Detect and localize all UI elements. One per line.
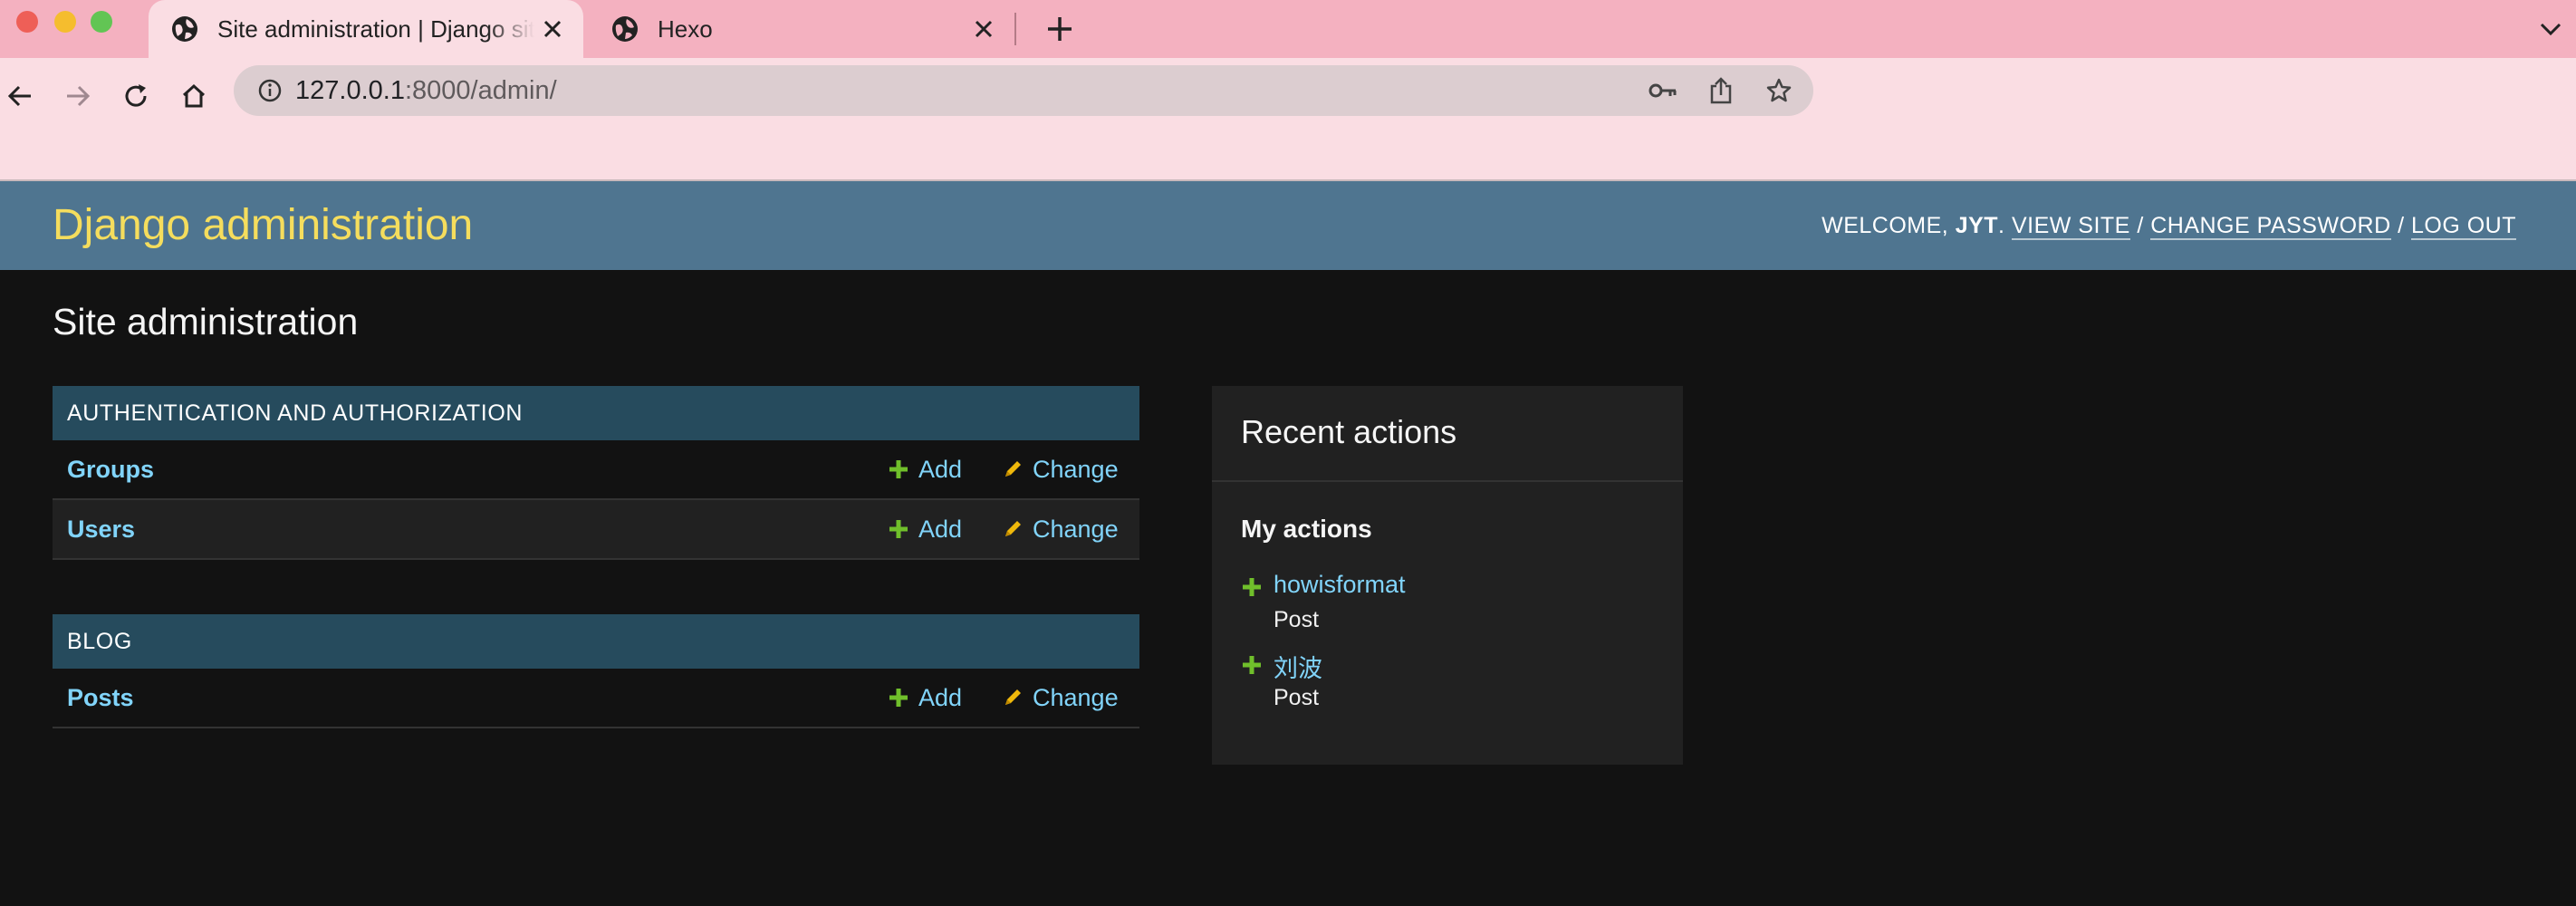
pencil-icon [1005,461,1021,477]
address-bar[interactable]: 127.0.0.1:8000/admin/ [234,65,1813,116]
view-site-link[interactable]: View site [2011,213,2130,240]
model-link-users[interactable]: Users [67,500,135,558]
close-icon[interactable] [966,11,1002,47]
table-row: Groups Add Change [53,440,1139,500]
site-info-icon[interactable] [254,74,286,107]
recent-object-link[interactable]: 刘波 [1274,649,1322,684]
plus-icon [889,460,908,478]
bookmark-star-icon[interactable] [1761,72,1797,109]
model-link-posts[interactable]: Posts [67,669,134,727]
change-button[interactable]: Change [1002,669,1119,727]
add-label: Add [918,684,963,711]
app-caption[interactable]: Blog [53,614,1139,669]
key-icon[interactable] [1645,72,1681,109]
plus-icon [1243,578,1261,596]
user-tools: Welcome, JYT. View site / Change passwor… [1821,213,2516,240]
change-label: Change [1033,684,1119,711]
browser-tab-bar: Site administration | Django site admin … [0,0,2576,58]
log-out-link[interactable]: Log out [2410,213,2516,240]
divider [1212,480,1683,482]
change-password-link[interactable]: Change password [2150,213,2391,240]
change-label: Change [1033,516,1119,543]
change-button[interactable]: Change [1002,500,1119,558]
recent-object-type: Post [1274,685,1320,710]
window-zoom-button[interactable] [91,11,112,33]
change-label: Change [1033,456,1119,483]
add-button[interactable]: Add [888,440,962,498]
browser-toolbar: 127.0.0.1:8000/admin/ [0,58,2576,181]
admin-header: Django administration Welcome, JYT. View… [0,181,2576,270]
globe-icon [612,16,638,42]
home-icon[interactable] [174,76,214,116]
app-caption[interactable]: Authentication and Authorization [53,386,1139,440]
recent-object-link[interactable]: howisformat [1274,571,1406,599]
tab-separator [1014,13,1016,45]
add-button[interactable]: Add [888,500,962,558]
chevron-down-icon[interactable] [2533,11,2569,47]
model-link-groups[interactable]: Groups [67,440,154,498]
username: JYT [1955,213,1999,238]
add-label: Add [918,456,963,483]
plus-icon [889,520,908,538]
recent-actions-title: Recent actions [1241,413,1457,450]
browser-tab-hexo[interactable]: Hexo [589,0,1014,58]
app-module-auth: Authentication and Authorization Groups … [53,386,1139,560]
pencil-icon [1005,521,1021,536]
window-close-button[interactable] [16,11,38,33]
change-button[interactable]: Change [1002,440,1119,498]
table-row: Users Add Change [53,500,1139,560]
new-tab-plus-icon[interactable] [1040,9,1080,49]
plus-icon [889,689,908,707]
url-path: :8000/admin/ [404,76,557,105]
add-button[interactable]: Add [888,669,962,727]
url-text: 127.0.0.1:8000/admin/ [295,65,557,116]
separator: / [2137,213,2144,238]
share-icon[interactable] [1703,72,1739,109]
recent-object-type: Post [1274,607,1320,632]
forward-arrow-icon[interactable] [58,76,98,116]
page-title: Site administration [53,301,359,342]
my-actions-heading: My actions [1241,515,1372,543]
tab-title: Hexo [658,14,713,43]
close-icon[interactable] [534,11,571,47]
site-branding[interactable]: Django administration [53,181,473,270]
recent-actions-panel: Recent actions My actions howisformat Po… [1212,386,1683,765]
add-label: Add [918,516,963,543]
reload-icon[interactable] [116,76,156,116]
tab-title: Site administration | Django site admin [217,14,534,43]
browser-tab-admin[interactable]: Site administration | Django site admin [149,0,583,58]
window-minimize-button[interactable] [54,11,76,33]
table-row: Posts Add Change [53,669,1139,728]
globe-icon [172,16,197,42]
app-module-blog: Blog Posts Add Change [53,614,1139,728]
pencil-icon [1005,689,1021,705]
separator: / [2398,213,2405,238]
plus-icon [1243,656,1261,674]
url-host: 127.0.0.1 [295,76,405,105]
back-arrow-icon[interactable] [0,76,40,116]
welcome-text: Welcome, [1821,213,1949,238]
